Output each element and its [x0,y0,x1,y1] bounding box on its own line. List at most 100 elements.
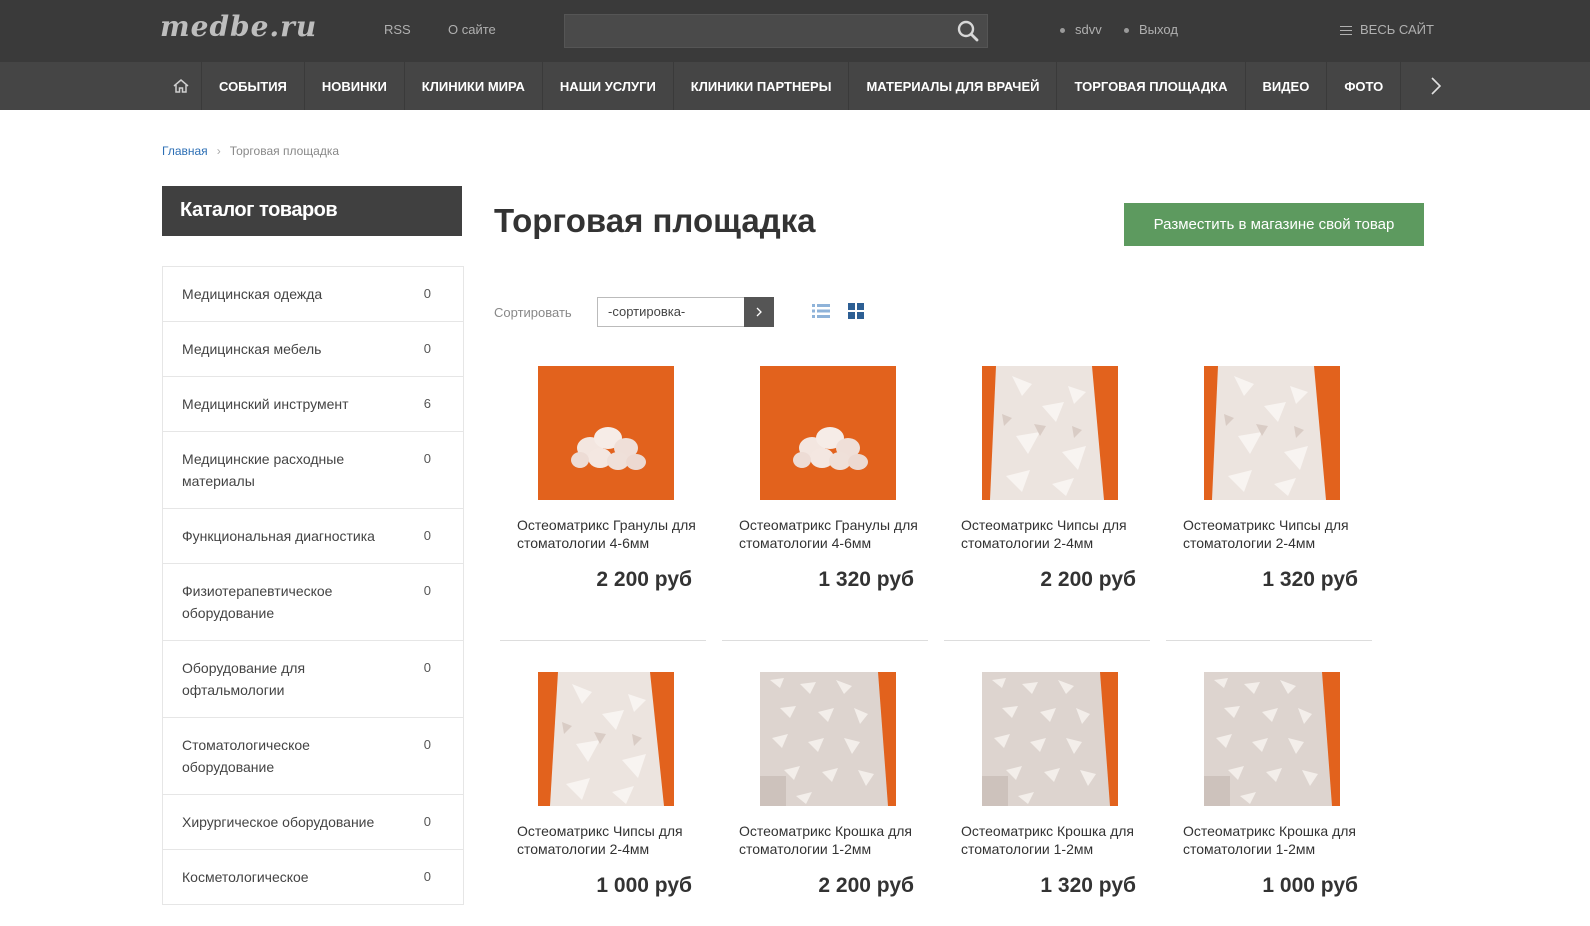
product-image-crumbs[interactable] [982,672,1118,806]
catalog-item-label: Оборудование для офтальмологии [182,660,306,698]
list-view-icon [812,304,830,318]
add-product-button[interactable]: Разместить в магазине свой товар [1124,203,1424,246]
product-name[interactable]: Остеоматрикс Крошка для стоматологии 1-2… [739,822,919,858]
page-title: Торговая площадка [494,202,816,239]
nav-home[interactable] [160,62,202,110]
catalog-item[interactable]: Физиотерапевтическое оборудование 0 [163,564,463,641]
product-image-crumbs[interactable] [760,672,896,806]
catalog-item-count: 0 [423,528,431,543]
catalog-list: Медицинская одежда 0 Медицинская мебель … [162,266,464,905]
search-input[interactable] [565,15,945,47]
breadcrumb: Главная › Торговая площадка [162,144,339,158]
site-logo[interactable]: medbe.ru [160,10,317,43]
nav-items: СОБЫТИЯ НОВИНКИ КЛИНИКИ МИРА НАШИ УСЛУГИ… [160,62,1471,110]
product-name[interactable]: Остеоматрикс Чипсы для стоматологии 2-4м… [961,516,1141,552]
product-name[interactable]: Остеоматрикс Крошка для стоматологии 1-2… [961,822,1141,858]
product-name[interactable]: Остеоматрикс Крошка для стоматологии 1-2… [1183,822,1363,858]
nav-item-marketplace[interactable]: ТОРГОВАЯ ПЛОЩАДКА [1057,62,1246,110]
nav-item-photo[interactable]: ФОТО [1327,62,1402,110]
grid-view-toggle[interactable] [847,303,865,319]
catalog-item-label: Медицинские расходные материалы [182,451,345,489]
catalog-item[interactable]: Функциональная диагностика 0 [163,509,463,564]
search-button[interactable] [955,19,981,43]
catalog-item-label: Функциональная диагностика [182,528,375,544]
top-bar: medbe.ru RSS О сайте sdvv Выход ВЕСЬ САЙ… [0,0,1590,62]
catalog-item[interactable]: Медицинские расходные материалы 0 [163,432,463,509]
catalog-item-label: Медицинская одежда [182,286,323,302]
whole-site-menu[interactable]: ВЕСЬ САЙТ [1340,22,1434,37]
nav-item-world-clinics[interactable]: КЛИНИКИ МИРА [405,62,543,110]
nav-next-button[interactable] [1401,62,1471,110]
sort-apply-button[interactable] [744,297,774,327]
search-box [564,14,988,48]
catalog-item[interactable]: Оборудование для офтальмологии 0 [163,641,463,718]
about-link[interactable]: О сайте [448,22,496,37]
product-name[interactable]: Остеоматрикс Чипсы для стоматологии 2-4м… [517,822,697,858]
nav-item-materials-for-doctors[interactable]: МАТЕРИАЛЫ ДЛЯ ВРАЧЕЙ [849,62,1058,110]
user-name: sdvv [1075,22,1102,37]
list-view-toggle[interactable] [812,303,830,319]
catalog-item[interactable]: Медицинская одежда 0 [163,267,463,322]
chevron-right-icon [756,307,762,317]
product-image-granules[interactable] [538,366,674,500]
catalog-item-label: Медицинский инструмент [182,396,349,412]
product-price: 2 200 руб [818,874,914,897]
product-divider [944,640,1150,641]
product-price: 2 200 руб [596,568,692,591]
product-image-granules[interactable] [760,366,896,500]
breadcrumb-separator-icon: › [216,144,221,158]
bullet-icon [1060,28,1065,34]
product-price: 2 200 руб [1040,568,1136,591]
grid-view-icon [848,303,864,319]
rss-link[interactable]: RSS [384,22,411,37]
nav-item-partner-clinics[interactable]: КЛИНИКИ ПАРТНЕРЫ [674,62,850,110]
catalog-item-label: Стоматологическое оборудование [182,737,310,775]
catalog-item-count: 0 [423,660,431,675]
menu-icon [1340,26,1352,35]
catalog-item-count: 0 [423,286,431,301]
catalog-item-count: 0 [423,341,431,356]
catalog-item[interactable]: Медицинская мебель 0 [163,322,463,377]
product-divider [1166,640,1372,641]
catalog-item-label: Физиотерапевтическое оборудование [182,583,333,621]
product-name[interactable]: Остеоматрикс Гранулы для стоматологии 4-… [517,516,697,552]
nav-item-video[interactable]: ВИДЕО [1246,62,1328,110]
product-image-chips[interactable] [1204,366,1340,500]
nav-item-our-services[interactable]: НАШИ УСЛУГИ [543,62,674,110]
product-name[interactable]: Остеоматрикс Чипсы для стоматологии 2-4м… [1183,516,1363,552]
user-profile-link[interactable]: sdvv [1060,22,1102,37]
catalog-item-count: 0 [423,451,431,466]
catalog-item-label: Косметологическое [182,869,309,885]
catalog-item[interactable]: Стоматологическое оборудование 0 [163,718,463,795]
product-price: 1 320 руб [818,568,914,591]
catalog-item[interactable]: Медицинский инструмент 6 [163,377,463,432]
product-price: 1 320 руб [1040,874,1136,897]
chevron-right-icon [1431,77,1442,95]
product-price: 1 320 руб [1262,568,1358,591]
product-price: 1 000 руб [596,874,692,897]
product-divider [500,640,706,641]
nav-item-events[interactable]: СОБЫТИЯ [202,62,305,110]
catalog-item[interactable]: Косметологическое 0 [163,850,463,905]
catalog-item-count: 0 [423,737,431,752]
catalog-item-count: 0 [423,869,431,884]
catalog-item[interactable]: Хирургическое оборудование 0 [163,795,463,850]
breadcrumb-home[interactable]: Главная [162,144,208,158]
nav-item-news[interactable]: НОВИНКИ [305,62,405,110]
product-name[interactable]: Остеоматрикс Гранулы для стоматологии 4-… [739,516,919,552]
catalog-item-count: 0 [423,583,431,598]
whole-site-label: ВЕСЬ САЙТ [1360,22,1434,37]
product-image-chips[interactable] [538,672,674,806]
product-image-chips[interactable] [982,366,1118,500]
product-image-crumbs[interactable] [1204,672,1340,806]
catalog-title: Каталог товаров [162,186,462,236]
home-icon [173,79,188,93]
search-icon [957,20,979,42]
logout-link[interactable]: Выход [1124,22,1178,37]
breadcrumb-current: Торговая площадка [229,144,340,158]
catalog-item-count: 6 [423,396,431,411]
product-divider [722,640,928,641]
catalog-item-count: 0 [423,814,431,829]
catalog-item-label: Медицинская мебель [182,341,322,357]
main-navigation: СОБЫТИЯ НОВИНКИ КЛИНИКИ МИРА НАШИ УСЛУГИ… [0,62,1590,110]
